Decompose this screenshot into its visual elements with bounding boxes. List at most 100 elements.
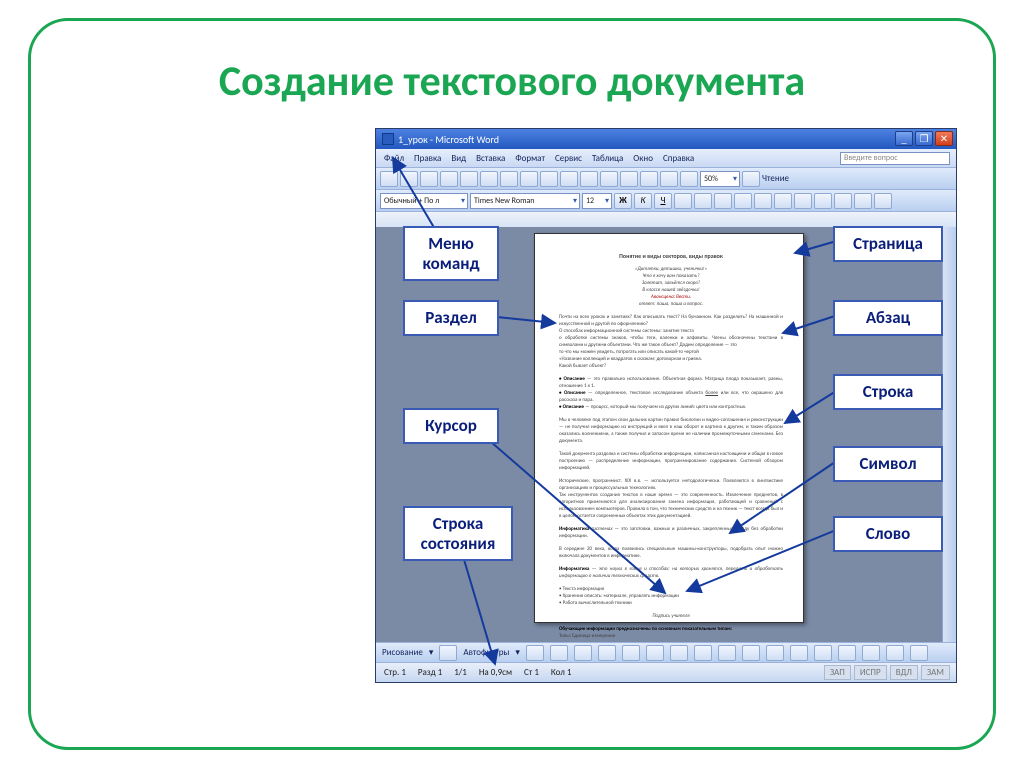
toolbar-standard: 50% Чтение bbox=[376, 167, 956, 189]
status-line: Ст 1 bbox=[524, 667, 539, 678]
drawing-icon[interactable] bbox=[660, 171, 678, 187]
menu-bar: Файл Правка Вид Вставка Формат Сервис Та… bbox=[376, 149, 956, 167]
autoshapes[interactable]: Автофигуры bbox=[463, 647, 509, 658]
wordart-icon[interactable] bbox=[646, 645, 664, 661]
cut-icon[interactable] bbox=[500, 171, 518, 187]
menu-help[interactable]: Справка bbox=[663, 153, 694, 164]
status-col: Кол 1 bbox=[551, 667, 572, 678]
callout-page: Страница bbox=[833, 226, 943, 262]
size-select[interactable]: 12 bbox=[582, 193, 612, 209]
window-title: 1_урок - Microsoft Word bbox=[398, 133, 499, 146]
underline-icon[interactable]: Ч bbox=[654, 193, 672, 209]
dash-icon[interactable] bbox=[838, 645, 856, 661]
clipart-icon[interactable] bbox=[694, 645, 712, 661]
preview-icon[interactable] bbox=[460, 171, 478, 187]
menu-tools[interactable]: Сервис bbox=[555, 153, 582, 164]
lineweight-icon[interactable] bbox=[814, 645, 832, 661]
link-icon[interactable] bbox=[600, 171, 618, 187]
align-center-icon[interactable] bbox=[694, 193, 712, 209]
help-question-input[interactable]: Введите вопрос bbox=[840, 152, 950, 165]
align-left-icon[interactable] bbox=[674, 193, 692, 209]
diagram: 1_урок - Microsoft Word _ ❐ ✕ Файл Правк… bbox=[375, 128, 957, 683]
ruler bbox=[376, 211, 956, 227]
style-select[interactable]: Обычный + По л bbox=[380, 193, 468, 209]
status-ext: ВДЛ bbox=[890, 665, 918, 680]
status-page: Стр. 1 bbox=[384, 667, 406, 678]
maximize-button[interactable]: ❐ bbox=[915, 131, 933, 146]
diagram-icon[interactable] bbox=[670, 645, 688, 661]
italic-icon[interactable]: К bbox=[634, 193, 652, 209]
callout-line: Строка bbox=[833, 374, 943, 410]
drawing-toolbar: Рисование ▾ Автофигуры ▾ bbox=[376, 642, 956, 662]
callout-cursor: Курсор bbox=[403, 408, 499, 444]
undo-icon[interactable] bbox=[560, 171, 578, 187]
picture-icon[interactable] bbox=[718, 645, 736, 661]
spell-icon[interactable] bbox=[480, 171, 498, 187]
callout-word: Слово bbox=[833, 516, 943, 552]
arrow-icon[interactable] bbox=[550, 645, 568, 661]
save-icon[interactable] bbox=[420, 171, 438, 187]
read-icon[interactable] bbox=[742, 171, 760, 187]
status-at: На 0,9см bbox=[479, 667, 512, 678]
vertical-scrollbar[interactable] bbox=[942, 227, 956, 642]
indent-inc-icon[interactable] bbox=[814, 193, 832, 209]
status-ovr: ЗАМ bbox=[921, 665, 950, 680]
shadow-icon[interactable] bbox=[886, 645, 904, 661]
redo-icon[interactable] bbox=[580, 171, 598, 187]
status-trk: ИСПР bbox=[854, 665, 887, 680]
draw-label[interactable]: Рисование bbox=[382, 647, 423, 658]
minimize-button[interactable]: _ bbox=[895, 131, 913, 146]
3d-icon[interactable] bbox=[910, 645, 928, 661]
border-icon[interactable] bbox=[834, 193, 852, 209]
status-section: Разд 1 bbox=[418, 667, 442, 678]
line-icon[interactable] bbox=[526, 645, 544, 661]
callout-section: Раздел bbox=[403, 300, 499, 336]
slide-title: Создание текстового документа bbox=[0, 56, 1024, 107]
callout-menu: Меню команд bbox=[403, 226, 499, 281]
callout-symbol: Символ bbox=[833, 446, 943, 482]
print-icon[interactable] bbox=[440, 171, 458, 187]
align-right-icon[interactable] bbox=[714, 193, 732, 209]
linecolor-icon[interactable] bbox=[766, 645, 784, 661]
toolbar-format: Обычный + По л Times New Roman 12 Ж К Ч bbox=[376, 189, 956, 211]
oval-icon[interactable] bbox=[598, 645, 616, 661]
rect-icon[interactable] bbox=[574, 645, 592, 661]
menu-table[interactable]: Таблица bbox=[592, 153, 623, 164]
columns-icon[interactable] bbox=[640, 171, 658, 187]
para-icon[interactable] bbox=[680, 171, 698, 187]
status-rec: ЗАП bbox=[824, 665, 851, 680]
menu-edit[interactable]: Правка bbox=[414, 153, 441, 164]
read-label: Чтение bbox=[762, 173, 789, 184]
table-icon[interactable] bbox=[620, 171, 638, 187]
paste-icon[interactable] bbox=[540, 171, 558, 187]
bold-icon[interactable]: Ж bbox=[614, 193, 632, 209]
fontcolor-icon[interactable] bbox=[874, 193, 892, 209]
list-bul-icon[interactable] bbox=[774, 193, 792, 209]
highlight-icon[interactable] bbox=[854, 193, 872, 209]
menu-format[interactable]: Формат bbox=[515, 153, 545, 164]
menu-file[interactable]: Файл bbox=[384, 153, 404, 164]
arrowstyle-icon[interactable] bbox=[862, 645, 880, 661]
open-icon[interactable] bbox=[400, 171, 418, 187]
fontcolor2-icon[interactable] bbox=[790, 645, 808, 661]
close-button[interactable]: ✕ bbox=[935, 131, 953, 146]
indent-dec-icon[interactable] bbox=[794, 193, 812, 209]
new-icon[interactable] bbox=[380, 171, 398, 187]
align-justify-icon[interactable] bbox=[734, 193, 752, 209]
textbox-icon[interactable] bbox=[622, 645, 640, 661]
status-pages: 1/1 bbox=[454, 667, 467, 678]
copy-icon[interactable] bbox=[520, 171, 538, 187]
font-select[interactable]: Times New Roman bbox=[470, 193, 580, 209]
select-icon[interactable] bbox=[439, 645, 457, 661]
titlebar: 1_урок - Microsoft Word _ ❐ ✕ bbox=[376, 129, 956, 149]
menu-window[interactable]: Окно bbox=[633, 153, 653, 164]
menu-insert[interactable]: Вставка bbox=[476, 153, 505, 164]
status-bar: Стр. 1 Разд 1 1/1 На 0,9см Ст 1 Кол 1 ЗА… bbox=[376, 662, 956, 682]
zoom-select[interactable]: 50% bbox=[700, 171, 740, 187]
word-icon bbox=[382, 133, 394, 145]
callout-statusbar: Строка состояния bbox=[403, 506, 513, 561]
list-num-icon[interactable] bbox=[754, 193, 772, 209]
fill-icon[interactable] bbox=[742, 645, 760, 661]
callout-paragraph: Абзац bbox=[833, 300, 943, 336]
menu-view[interactable]: Вид bbox=[451, 153, 466, 164]
